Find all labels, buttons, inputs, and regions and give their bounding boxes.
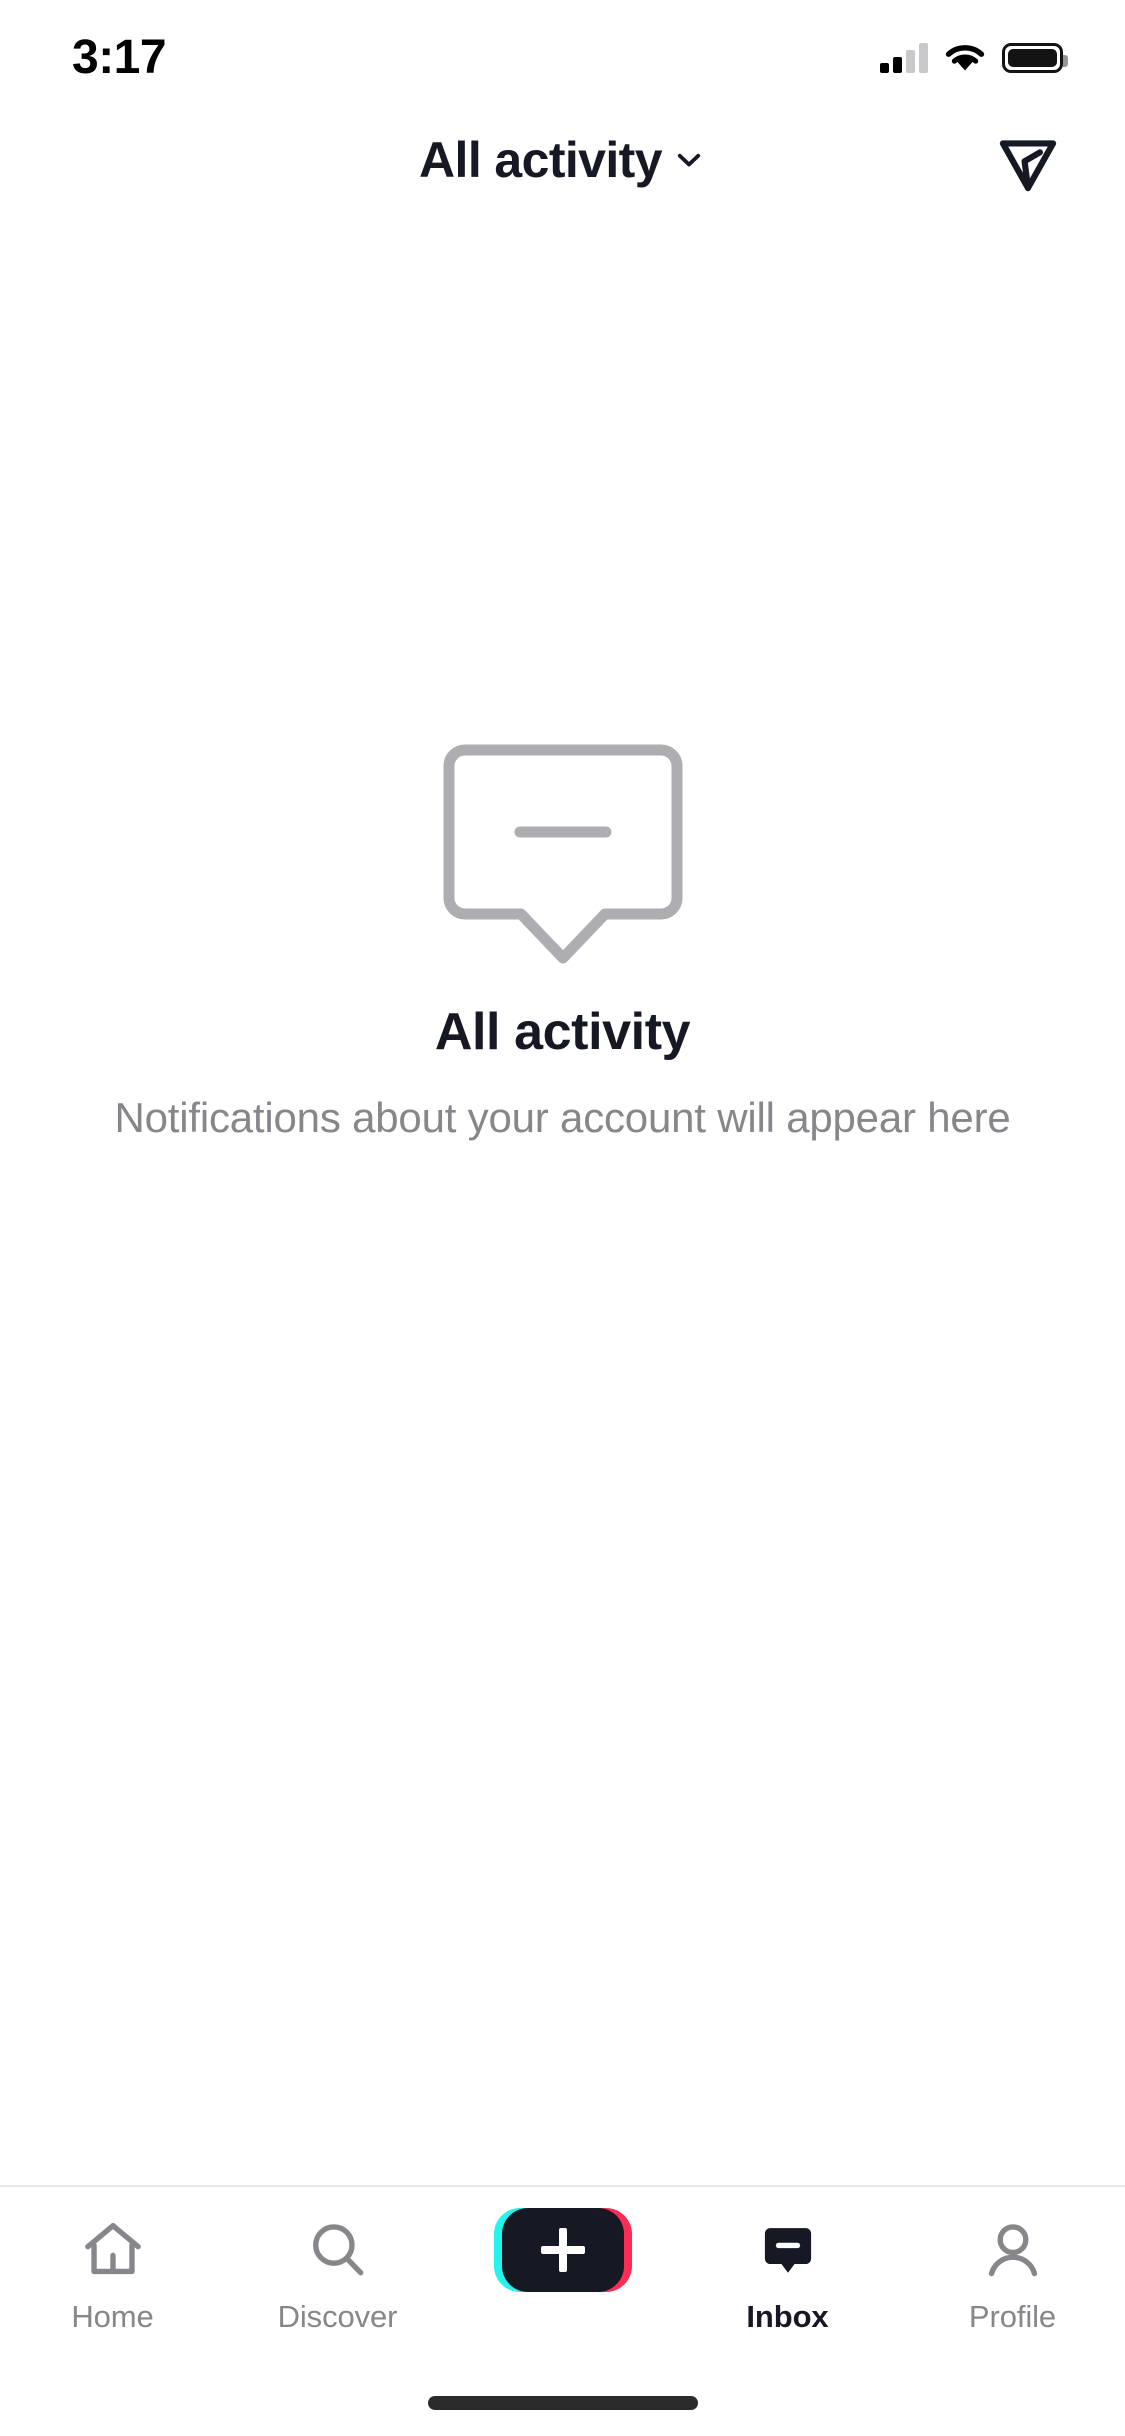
chevron-down-icon <box>677 153 701 167</box>
cellular-signal-icon <box>880 43 928 73</box>
status-bar-time: 3:17 <box>72 31 167 84</box>
nav-item-discover[interactable]: Discover <box>225 2213 450 2363</box>
page-title: All activity <box>419 132 663 188</box>
home-icon <box>80 2213 146 2287</box>
person-icon <box>980 2213 1046 2287</box>
activity-filter-dropdown[interactable]: All activity <box>419 135 706 185</box>
wifi-icon <box>945 45 985 71</box>
empty-state-title: All activity <box>434 1003 691 1061</box>
nav-label-discover: Discover <box>277 2299 398 2334</box>
inbox-bubble-icon <box>755 2213 821 2287</box>
nav-label-inbox: Inbox <box>746 2299 829 2334</box>
home-indicator[interactable] <box>427 2396 698 2410</box>
empty-state: All activity Notifications about your ac… <box>0 680 1125 1142</box>
app-screen: 3:17 All activity All activity Notificat… <box>0 0 1125 2436</box>
send-message-icon <box>999 140 1057 192</box>
battery-icon <box>1002 43 1068 73</box>
status-bar: 3:17 <box>0 0 1125 100</box>
nav-item-create[interactable] <box>450 2208 675 2363</box>
nav-label-home: Home <box>71 2299 154 2334</box>
create-plus-icon[interactable] <box>493 2208 632 2292</box>
speech-bubble-icon <box>443 744 682 964</box>
send-message-button[interactable] <box>985 117 1071 203</box>
header-bar: All activity <box>0 100 1125 220</box>
empty-state-subtitle: Notifications about your account will ap… <box>114 1094 1011 1141</box>
bottom-nav-items: Home Discover Inbox Profile <box>0 2187 1125 2357</box>
nav-item-profile[interactable]: Profile <box>900 2213 1125 2363</box>
search-icon <box>305 2213 371 2287</box>
nav-item-home[interactable]: Home <box>0 2213 225 2363</box>
nav-item-inbox[interactable]: Inbox <box>675 2213 900 2363</box>
bottom-navigation-bar: Home Discover Inbox Profile <box>0 2185 1125 2436</box>
status-bar-indicators <box>880 27 1068 73</box>
nav-label-profile: Profile <box>968 2299 1057 2334</box>
